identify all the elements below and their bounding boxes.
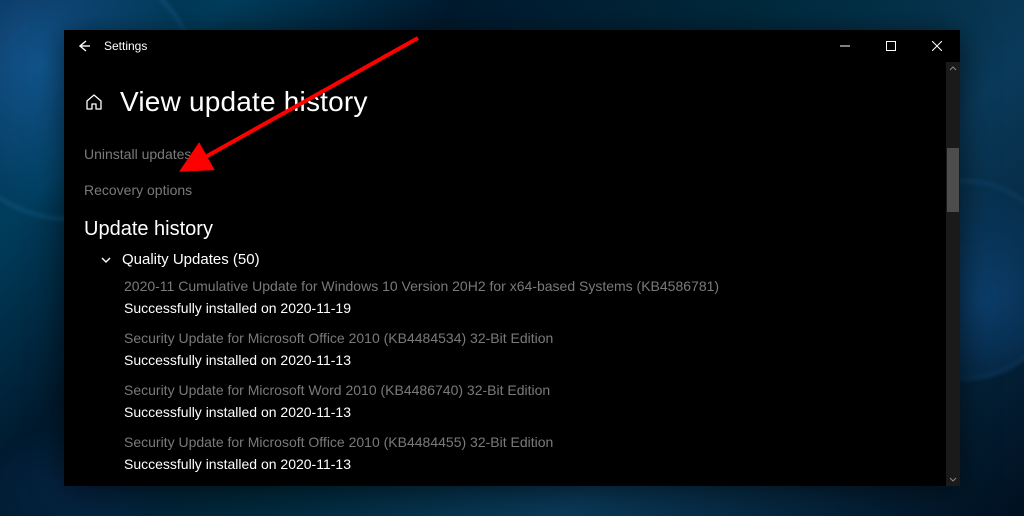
app-title: Settings xyxy=(104,39,147,53)
page-header: View update history xyxy=(84,86,926,118)
back-button[interactable] xyxy=(64,30,104,62)
uninstall-updates-link[interactable]: Uninstall updates xyxy=(84,146,926,162)
update-title-link[interactable]: Security Update for Microsoft Word 2010 … xyxy=(124,382,926,398)
update-status: Successfully installed on 2020-11-13 xyxy=(124,352,926,368)
window-controls xyxy=(822,30,960,62)
scrollbar-track[interactable] xyxy=(946,62,960,486)
update-status: Successfully installed on 2020-11-13 xyxy=(124,456,926,472)
update-status: Successfully installed on 2020-11-19 xyxy=(124,300,926,316)
update-entry: Security Update for Microsoft Word 2010 … xyxy=(124,382,926,420)
settings-window: Settings xyxy=(64,30,960,486)
titlebar: Settings xyxy=(64,30,960,62)
quality-updates-label: Quality Updates (50) xyxy=(122,251,260,268)
home-button[interactable] xyxy=(84,92,104,112)
update-list: 2020-11 Cumulative Update for Windows 10… xyxy=(124,278,926,472)
update-title-link[interactable]: 2020-11 Cumulative Update for Windows 10… xyxy=(124,278,926,294)
page-title: View update history xyxy=(120,86,368,118)
maximize-button[interactable] xyxy=(868,30,914,62)
recovery-options-link[interactable]: Recovery options xyxy=(84,182,926,198)
scrollbar-up-button[interactable] xyxy=(946,62,960,76)
minimize-button[interactable] xyxy=(822,30,868,62)
close-icon xyxy=(932,41,942,51)
section-update-history: Update history xyxy=(84,218,926,241)
quality-updates-toggle[interactable]: Quality Updates (50) xyxy=(98,251,926,268)
content-area: View update history Uninstall updates Re… xyxy=(64,62,960,486)
maximize-icon xyxy=(886,41,896,51)
close-button[interactable] xyxy=(914,30,960,62)
scrollbar-down-button[interactable] xyxy=(946,472,960,486)
chevron-down-icon xyxy=(98,252,114,268)
chevron-down-icon xyxy=(949,475,957,483)
scroll-region: View update history Uninstall updates Re… xyxy=(64,62,946,486)
scrollbar-thumb[interactable] xyxy=(947,148,959,212)
update-entry: Security Update for Microsoft Office 201… xyxy=(124,330,926,368)
chevron-up-icon xyxy=(949,65,957,73)
update-entry: 2020-11 Cumulative Update for Windows 10… xyxy=(124,278,926,316)
home-icon xyxy=(85,93,103,111)
update-title-link[interactable]: Security Update for Microsoft Office 201… xyxy=(124,330,926,346)
update-entry: Security Update for Microsoft Office 201… xyxy=(124,434,926,472)
back-arrow-icon xyxy=(77,39,91,53)
minimize-icon xyxy=(840,41,850,51)
update-title-link[interactable]: Security Update for Microsoft Office 201… xyxy=(124,434,926,450)
update-status: Successfully installed on 2020-11-13 xyxy=(124,404,926,420)
